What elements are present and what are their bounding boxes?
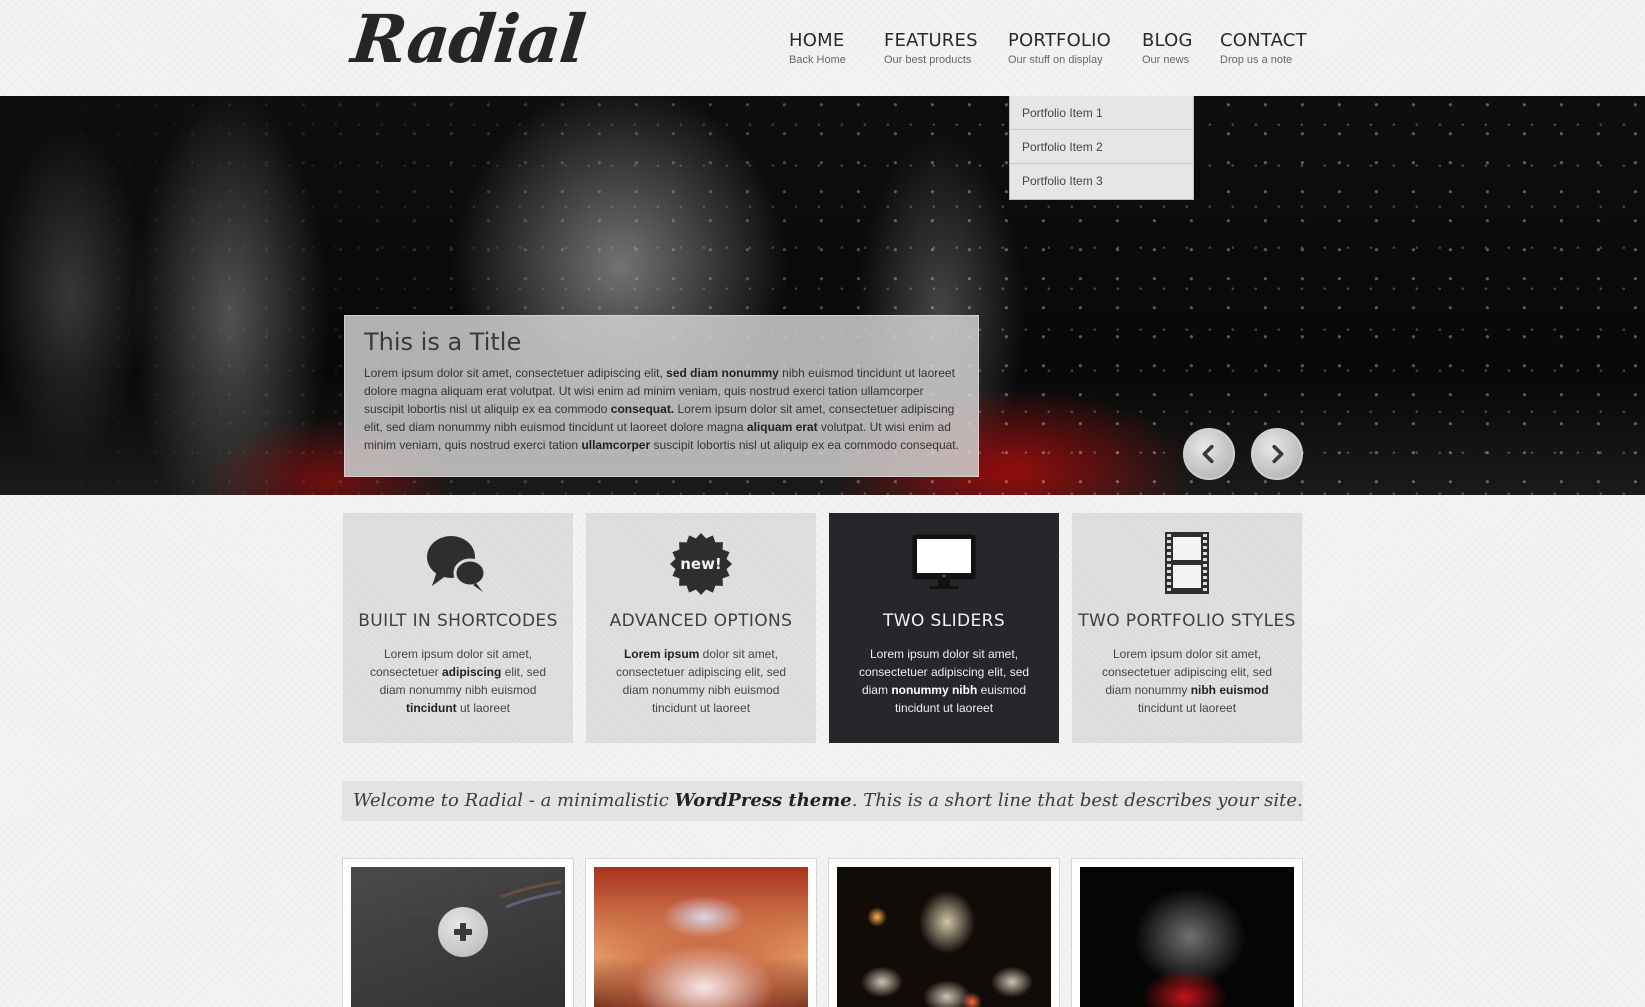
- feature-title: ADVANCED OPTIONS: [609, 611, 793, 631]
- header: Radial HOME Back Home FEATURES Our best …: [0, 0, 1645, 96]
- water-splash-photo: [1080, 867, 1294, 1007]
- chevron-left-icon: [1202, 444, 1214, 464]
- portfolio-thumb[interactable]: [1071, 858, 1303, 1007]
- nav-title: BLOG: [1142, 30, 1193, 51]
- feature-text: Lorem ipsum dolor sit amet, consectetuer…: [615, 647, 787, 715]
- film-strip-icon: [1072, 531, 1302, 597]
- plus-icon: [454, 923, 472, 941]
- welcome-tagline: Welcome to Radial - a minimalistic WordP…: [342, 781, 1303, 821]
- slider-caption: This is a Title Lorem ipsum dolor sit am…: [344, 315, 979, 477]
- feature-title: BUILT IN SHORTCODES: [358, 611, 558, 631]
- nav-title: FEATURES: [884, 30, 978, 51]
- cupcake-photo: [594, 867, 808, 1007]
- nav-title: CONTACT: [1220, 30, 1307, 51]
- pencils-photo: [351, 867, 565, 1007]
- nav-item-blog[interactable]: BLOG Our news: [1142, 30, 1193, 67]
- nav-item-features[interactable]: FEATURES Our best products: [884, 30, 978, 67]
- feature-text: Lorem ipsum dolor sit amet, consectetuer…: [369, 647, 547, 715]
- portfolio-dropdown: Portfolio Item 1 Portfolio Item 2 Portfo…: [1009, 96, 1194, 200]
- feature-title: TWO SLIDERS: [882, 611, 1006, 631]
- new-badge-icon: new!: [586, 531, 816, 597]
- slider-prev-button[interactable]: [1183, 428, 1235, 480]
- feature-text: Lorem ipsum dolor sit amet, consectetuer…: [1101, 647, 1273, 715]
- nav-subtitle: Back Home: [789, 54, 846, 66]
- nav-item-contact[interactable]: CONTACT Drop us a note: [1220, 30, 1307, 67]
- chevron-right-icon: [1272, 444, 1284, 464]
- zoom-button[interactable]: [438, 907, 488, 957]
- nav-subtitle: Our best products: [884, 54, 972, 66]
- slider-next-button[interactable]: [1251, 428, 1303, 480]
- feature-box-portfolio-styles[interactable]: TWO PORTFOLIO STYLES Lorem ipsum dolor s…: [1072, 513, 1302, 743]
- new-badge-label: new!: [680, 555, 722, 573]
- feature-box-options[interactable]: new! ADVANCED OPTIONS Lorem ipsum dolor …: [586, 513, 816, 743]
- feature-text: Lorem ipsum dolor sit amet, consectetuer…: [858, 647, 1030, 715]
- feature-title: TWO PORTFOLIO STYLES: [1078, 611, 1296, 631]
- slider-title: This is a Title: [364, 328, 522, 356]
- monitor-icon: [829, 531, 1059, 597]
- feature-box-sliders[interactable]: TWO SLIDERS Lorem ipsum dolor sit amet, …: [829, 513, 1059, 743]
- portfolio-thumb[interactable]: [342, 858, 574, 1007]
- nav-item-portfolio[interactable]: PORTFOLIO Our stuff on display: [1008, 30, 1111, 67]
- main-nav: HOME Back Home FEATURES Our best product…: [0, 30, 1645, 70]
- nav-subtitle: Drop us a note: [1220, 54, 1293, 66]
- dropdown-item-portfolio-1[interactable]: Portfolio Item 1: [1010, 96, 1193, 130]
- nav-subtitle: Our news: [1142, 54, 1190, 66]
- portfolio-thumb[interactable]: [828, 858, 1060, 1007]
- portfolio-thumb[interactable]: [585, 858, 817, 1007]
- speech-bubbles-icon: [343, 531, 573, 597]
- skull-candles-photo: [837, 867, 1051, 1007]
- nav-title: HOME: [789, 30, 845, 51]
- dropdown-item-portfolio-2[interactable]: Portfolio Item 2: [1010, 130, 1193, 164]
- nav-title: PORTFOLIO: [1008, 30, 1112, 51]
- nav-subtitle: Our stuff on display: [1008, 54, 1103, 66]
- slider-text: Lorem ipsum dolor sit amet, consectetuer…: [364, 366, 959, 452]
- nav-item-home[interactable]: HOME Back Home: [789, 30, 846, 67]
- dropdown-item-portfolio-3[interactable]: Portfolio Item 3: [1010, 164, 1193, 198]
- feature-box-shortcodes[interactable]: BUILT IN SHORTCODES Lorem ipsum dolor si…: [343, 513, 573, 743]
